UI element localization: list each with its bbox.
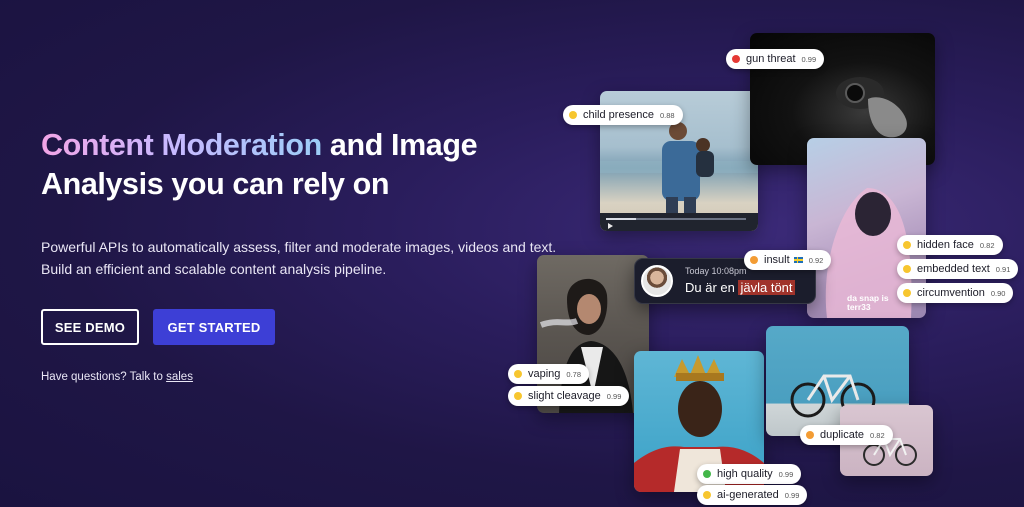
- tag-gun-threat: gun threat 0.99: [726, 49, 825, 69]
- chat-message-text: Du är en: [685, 280, 739, 295]
- tag-duplicate: duplicate 0.82: [800, 425, 893, 445]
- status-dot: [806, 431, 814, 439]
- tag-score: 0.88: [659, 110, 675, 120]
- tag-label: hidden face: [917, 239, 974, 251]
- tag-label: duplicate: [820, 429, 865, 441]
- tag-embedded-text: embedded text 0.91: [897, 259, 1019, 279]
- tag-slight-cleavage: slight cleavage 0.99: [508, 386, 630, 406]
- graffiti-text: da snap is terr33: [847, 293, 889, 312]
- status-dot: [750, 256, 758, 264]
- tag-score: 0.99: [784, 490, 800, 500]
- headline-line1-rest: and Image: [321, 128, 478, 162]
- tag-score: 0.91: [995, 264, 1011, 274]
- tag-score: 0.99: [606, 391, 622, 401]
- flagged-text: jävla tönt: [738, 280, 795, 295]
- tag-label: slight cleavage: [528, 390, 601, 402]
- tag-label: high quality: [717, 468, 773, 480]
- get-started-button[interactable]: GET STARTED: [153, 309, 275, 345]
- chat-timestamp: Today 10:08pm: [685, 266, 747, 276]
- avatar: [641, 265, 673, 297]
- status-dot: [903, 289, 911, 297]
- sweden-flag-icon: [793, 257, 803, 263]
- sales-link[interactable]: sales: [166, 371, 193, 383]
- tag-label: child presence: [583, 109, 654, 121]
- status-dot: [903, 265, 911, 273]
- status-dot: [903, 241, 911, 249]
- tag-vaping: vaping 0.78: [508, 364, 590, 384]
- tag-score: 0.78: [566, 369, 582, 379]
- tag-label: insult: [764, 254, 790, 266]
- tag-score: 0.99: [778, 469, 794, 479]
- status-dot: [569, 111, 577, 119]
- chat-message: Du är en jävla tönt: [685, 280, 795, 295]
- status-dot: [514, 392, 522, 400]
- tag-score: 0.92: [808, 255, 824, 265]
- tag-score: 0.82: [979, 240, 995, 250]
- see-demo-button[interactable]: SEE DEMO: [41, 309, 139, 345]
- tag-label: vaping: [528, 368, 561, 380]
- tag-score: 0.99: [801, 54, 817, 64]
- page-title: Content Moderation and Image Analysis yo…: [41, 126, 561, 204]
- status-dot: [514, 370, 522, 378]
- tag-label: circumvention: [917, 287, 985, 299]
- status-dot: [732, 55, 740, 63]
- tag-label: embedded text: [917, 263, 990, 275]
- hero-subtitle: Powerful APIs to automatically assess, f…: [41, 239, 557, 277]
- tag-label: gun threat: [746, 53, 796, 65]
- tag-label: ai-generated: [717, 489, 779, 501]
- headline-accent: Content Moderation: [41, 128, 322, 162]
- status-dot: [703, 470, 711, 478]
- status-dot: [703, 491, 711, 499]
- tag-ai-generated: ai-generated 0.99: [697, 485, 808, 505]
- tag-score: 0.82: [870, 430, 885, 440]
- hero-text: Content Moderation and Image Analysis yo…: [41, 126, 561, 204]
- tag-circumvention: circumvention 0.90: [897, 283, 1014, 303]
- tag-hidden-face: hidden face 0.82: [897, 235, 1003, 255]
- tag-insult: insult 0.92: [744, 250, 832, 270]
- questions-text: Have questions? Talk to sales: [41, 371, 193, 383]
- headline-line2: Analysis you can rely on: [41, 167, 390, 201]
- questions-prefix: Have questions? Talk to: [41, 371, 167, 383]
- tag-score: 0.90: [990, 288, 1006, 298]
- tag-child-presence: child presence 0.88: [563, 105, 683, 125]
- tag-high-quality: high quality 0.99: [697, 464, 802, 484]
